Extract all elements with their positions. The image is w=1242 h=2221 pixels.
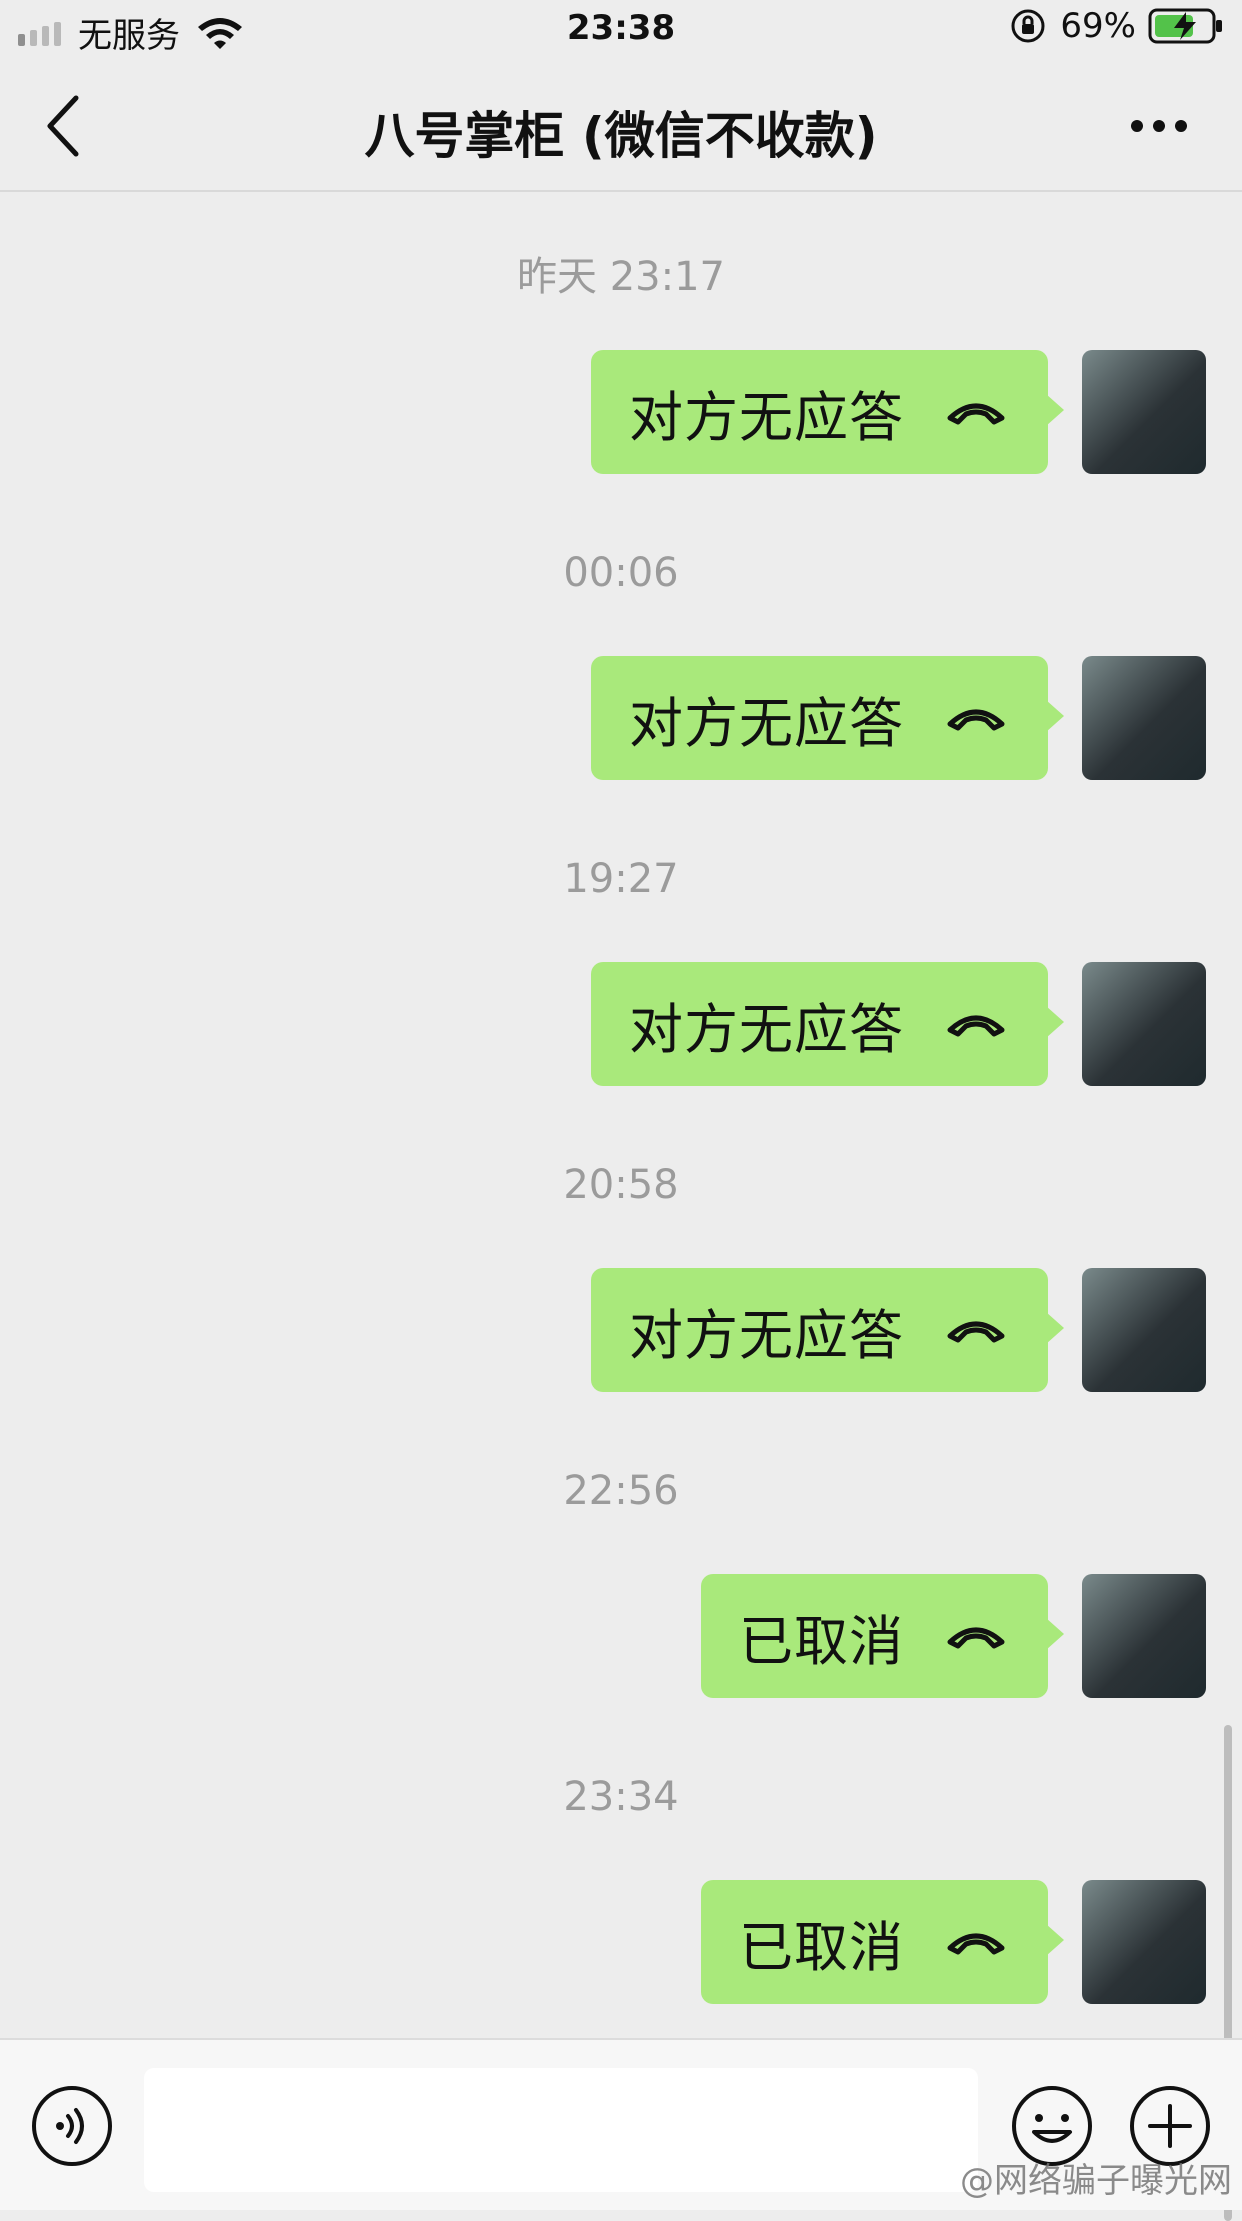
message-input[interactable] <box>144 2068 978 2192</box>
message-row: 对方无应答 <box>591 1268 1206 1394</box>
avatar[interactable] <box>1082 350 1206 474</box>
message-text: 已取消 <box>739 1609 904 1673</box>
phone-hangup-icon <box>947 1321 1005 1343</box>
phone-hangup-icon <box>947 1015 1005 1037</box>
timestamp: 20:58 <box>563 1162 679 1208</box>
battery-percent: 69% <box>1060 6 1136 46</box>
timestamp: 00:06 <box>563 550 679 596</box>
chat-area[interactable]: 昨天 23:17 对方无应答 00:06 对方无应答 19:27 对方无应答 2… <box>0 192 1242 2221</box>
status-right: 69% <box>1008 6 1226 46</box>
message-row: 对方无应答 <box>591 350 1206 476</box>
timestamp: 19:27 <box>563 856 679 902</box>
phone-hangup-icon <box>947 1933 1005 1955</box>
more-icon[interactable] <box>1128 106 1190 146</box>
message-text: 对方无应答 <box>629 691 904 755</box>
message-text: 对方无应答 <box>629 997 904 1061</box>
call-status-bubble[interactable]: 对方无应答 <box>591 656 1064 780</box>
message-row: 对方无应答 <box>591 656 1206 782</box>
avatar[interactable] <box>1082 1268 1206 1392</box>
message-text: 对方无应答 <box>629 385 904 449</box>
chat-title: 八号掌柜 (微信不收款) <box>364 107 878 165</box>
timestamp: 23:34 <box>563 1774 679 1820</box>
message-row: 已取消 <box>701 1574 1206 1700</box>
avatar[interactable] <box>1082 1574 1206 1698</box>
phone-hangup-icon <box>947 403 1005 425</box>
avatar[interactable] <box>1082 656 1206 780</box>
avatar[interactable] <box>1082 962 1206 1086</box>
timestamp: 22:56 <box>563 1468 679 1514</box>
rotation-lock-icon <box>1011 9 1045 43</box>
call-status-bubble[interactable]: 已取消 <box>701 1574 1064 1698</box>
phone-hangup-icon <box>947 1627 1005 1649</box>
call-status-bubble[interactable]: 已取消 <box>701 1880 1064 2004</box>
call-status-bubble[interactable]: 对方无应答 <box>591 1268 1064 1392</box>
call-status-bubble[interactable]: 对方无应答 <box>591 350 1064 474</box>
timestamp: 昨天 23:17 <box>517 254 725 300</box>
phone-hangup-icon <box>947 709 1005 731</box>
battery-charging-icon <box>1148 8 1222 44</box>
avatar[interactable] <box>1082 1880 1206 2004</box>
call-status-bubble[interactable]: 对方无应答 <box>591 962 1064 1086</box>
message-row: 对方无应答 <box>591 962 1206 1088</box>
nav-bar: 八号掌柜 (微信不收款) <box>0 62 1242 192</box>
watermark: @网络骗子曝光网 <box>960 2161 1232 2201</box>
message-text: 已取消 <box>739 1915 904 1979</box>
voice-icon[interactable] <box>30 2084 114 2168</box>
message-text: 对方无应答 <box>629 1303 904 1367</box>
status-bar: 无服务 23:38 69% <box>0 0 1242 62</box>
message-row: 已取消 <box>701 1880 1206 2006</box>
